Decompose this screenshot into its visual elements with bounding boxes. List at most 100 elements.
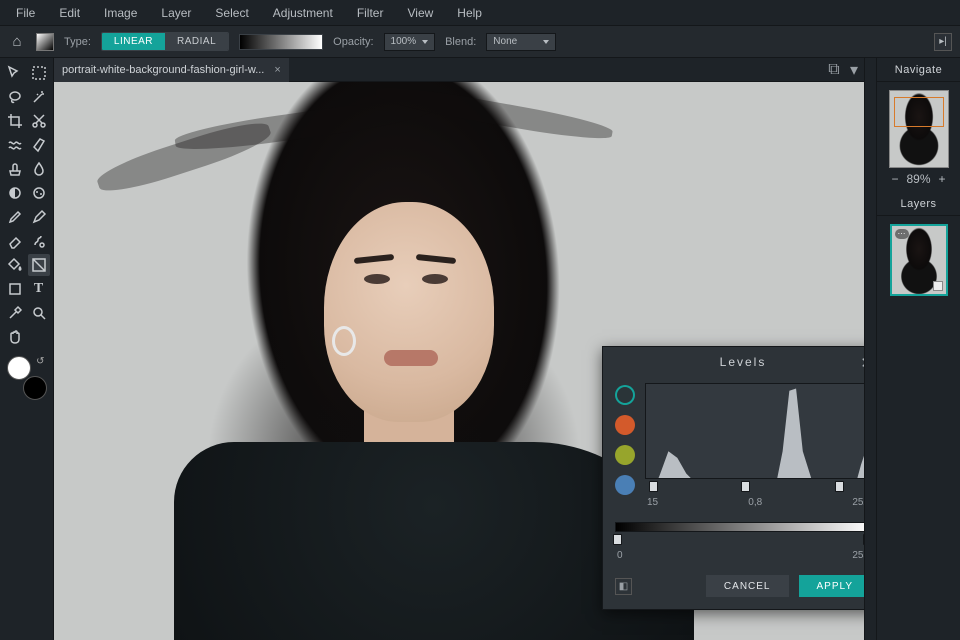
eyedropper-tool-icon[interactable] bbox=[4, 302, 26, 324]
move-tool-icon[interactable] bbox=[4, 62, 26, 84]
wand-tool-icon[interactable] bbox=[28, 86, 50, 108]
menu-view[interactable]: View bbox=[395, 6, 445, 20]
empty-tool-slot bbox=[28, 326, 50, 348]
gradient-type-toggle: LINEAR RADIAL bbox=[101, 32, 229, 51]
document-tab-title: portrait-white-background-fashion-girl-w… bbox=[62, 64, 264, 76]
output-section: 0 255 bbox=[615, 522, 864, 561]
blend-dropdown[interactable]: None bbox=[486, 33, 556, 51]
portrait-eye bbox=[364, 274, 390, 284]
zoom-in-button[interactable]: + bbox=[939, 172, 946, 186]
navigator-thumbnail[interactable] bbox=[889, 90, 949, 168]
blur-tool-icon[interactable] bbox=[28, 158, 50, 180]
canvas[interactable]: Levels ✕ bbox=[54, 82, 864, 640]
toolbox: T ↺ bbox=[0, 58, 54, 640]
channel-composite[interactable] bbox=[615, 385, 635, 405]
navigator-viewport[interactable] bbox=[894, 97, 944, 127]
gradient-preview[interactable] bbox=[239, 34, 323, 50]
crop-tool-icon[interactable] bbox=[4, 110, 26, 132]
workspace: T ↺ portrait-white-background-fashion-gi… bbox=[0, 58, 960, 640]
input-values: 15 0,8 252 bbox=[645, 497, 864, 508]
gradient-swatch-icon[interactable] bbox=[36, 33, 54, 51]
input-white-value: 252 bbox=[852, 497, 864, 508]
zoom-out-button[interactable]: − bbox=[891, 172, 898, 186]
navigate-panel-header[interactable]: Navigate bbox=[877, 58, 960, 82]
output-sliders bbox=[615, 534, 864, 548]
layer-menu-icon[interactable]: ⋯ bbox=[895, 229, 909, 239]
menu-select[interactable]: Select bbox=[203, 6, 260, 20]
hand-tool-icon[interactable] bbox=[4, 326, 26, 348]
levels-dialog: Levels ✕ bbox=[602, 346, 864, 610]
smudge-tool-icon[interactable] bbox=[28, 230, 50, 252]
menu-bar: File Edit Image Layer Select Adjustment … bbox=[0, 0, 960, 26]
gradient-linear-button[interactable]: LINEAR bbox=[102, 33, 165, 50]
output-white-slider[interactable] bbox=[863, 534, 864, 545]
channel-blue[interactable] bbox=[615, 475, 635, 495]
levels-dialog-titlebar[interactable]: Levels ✕ bbox=[603, 347, 864, 377]
gradient-tool-icon[interactable] bbox=[28, 254, 50, 276]
zoom-controls: − 89% + bbox=[891, 172, 945, 186]
menu-adjustment[interactable]: Adjustment bbox=[261, 6, 345, 20]
color-swatches: ↺ bbox=[7, 356, 47, 400]
gradient-radial-button[interactable]: RADIAL bbox=[165, 33, 228, 50]
menu-file[interactable]: File bbox=[4, 6, 47, 20]
clone-tool-icon[interactable] bbox=[4, 158, 26, 180]
layer-lock-icon[interactable] bbox=[933, 281, 943, 291]
layer-thumbnail[interactable]: ⋯ bbox=[890, 224, 948, 296]
menu-image[interactable]: Image bbox=[92, 6, 149, 20]
document-tab[interactable]: portrait-white-background-fashion-girl-w… bbox=[54, 58, 289, 82]
channel-green[interactable] bbox=[615, 445, 635, 465]
pencil-tool-icon[interactable] bbox=[28, 206, 50, 228]
expand-panels-button[interactable]: ▸| bbox=[934, 33, 952, 51]
heal-tool-icon[interactable] bbox=[28, 134, 50, 156]
input-mid-slider[interactable] bbox=[741, 481, 750, 492]
options-bar: ⌂ Type: LINEAR RADIAL Opacity: 100% Blen… bbox=[0, 26, 960, 58]
cut-tool-icon[interactable] bbox=[28, 110, 50, 132]
tab-menu-icon[interactable]: ▾ bbox=[844, 60, 864, 80]
output-black-slider[interactable] bbox=[613, 534, 622, 545]
scrollbar-gutter[interactable] bbox=[864, 58, 876, 640]
home-icon[interactable]: ⌂ bbox=[8, 33, 26, 51]
menu-edit[interactable]: Edit bbox=[47, 6, 92, 20]
cancel-button[interactable]: CANCEL bbox=[706, 575, 789, 597]
input-white-slider[interactable] bbox=[835, 481, 844, 492]
opacity-value: 100% bbox=[391, 36, 417, 47]
fill-tool-icon[interactable] bbox=[4, 254, 26, 276]
blend-label: Blend: bbox=[445, 36, 476, 48]
menu-help[interactable]: Help bbox=[445, 6, 494, 20]
background-color[interactable] bbox=[23, 376, 47, 400]
close-tab-icon[interactable]: × bbox=[274, 64, 280, 76]
input-black-slider[interactable] bbox=[649, 481, 658, 492]
opacity-label: Opacity: bbox=[333, 36, 373, 48]
portrait-face bbox=[324, 202, 494, 422]
text-tool-icon[interactable]: T bbox=[28, 278, 50, 300]
sponge-tool-icon[interactable] bbox=[28, 182, 50, 204]
menu-layer[interactable]: Layer bbox=[149, 6, 203, 20]
output-black-value: 0 bbox=[617, 550, 623, 561]
duplicate-view-icon[interactable]: ⧉ bbox=[824, 61, 844, 79]
histogram-section: 15 0,8 252 bbox=[645, 383, 864, 508]
menu-filter[interactable]: Filter bbox=[345, 6, 396, 20]
input-sliders bbox=[645, 481, 864, 495]
histogram bbox=[645, 383, 864, 479]
type-label: Type: bbox=[64, 36, 91, 48]
layers-panel-header[interactable]: Layers bbox=[877, 192, 960, 216]
blend-value: None bbox=[493, 36, 517, 47]
swap-colors-icon[interactable]: ↺ bbox=[36, 356, 44, 367]
apply-button[interactable]: APPLY bbox=[799, 575, 865, 597]
brush-tool-icon[interactable] bbox=[4, 206, 26, 228]
opacity-dropdown[interactable]: 100% bbox=[384, 33, 436, 51]
output-white-value: 255 bbox=[852, 550, 864, 561]
shape-tool-icon[interactable] bbox=[4, 278, 26, 300]
portrait-earring bbox=[332, 326, 356, 356]
channel-red[interactable] bbox=[615, 415, 635, 435]
compare-icon[interactable]: ◧ bbox=[615, 578, 632, 595]
output-values: 0 255 bbox=[615, 550, 864, 561]
zoom-tool-icon[interactable] bbox=[28, 302, 50, 324]
close-icon[interactable]: ✕ bbox=[860, 354, 864, 372]
lasso-tool-icon[interactable] bbox=[4, 86, 26, 108]
eraser-tool-icon[interactable] bbox=[4, 230, 26, 252]
marquee-tool-icon[interactable] bbox=[28, 62, 50, 84]
foreground-color[interactable] bbox=[7, 356, 31, 380]
dodge-tool-icon[interactable] bbox=[4, 182, 26, 204]
liquify-tool-icon[interactable] bbox=[4, 134, 26, 156]
